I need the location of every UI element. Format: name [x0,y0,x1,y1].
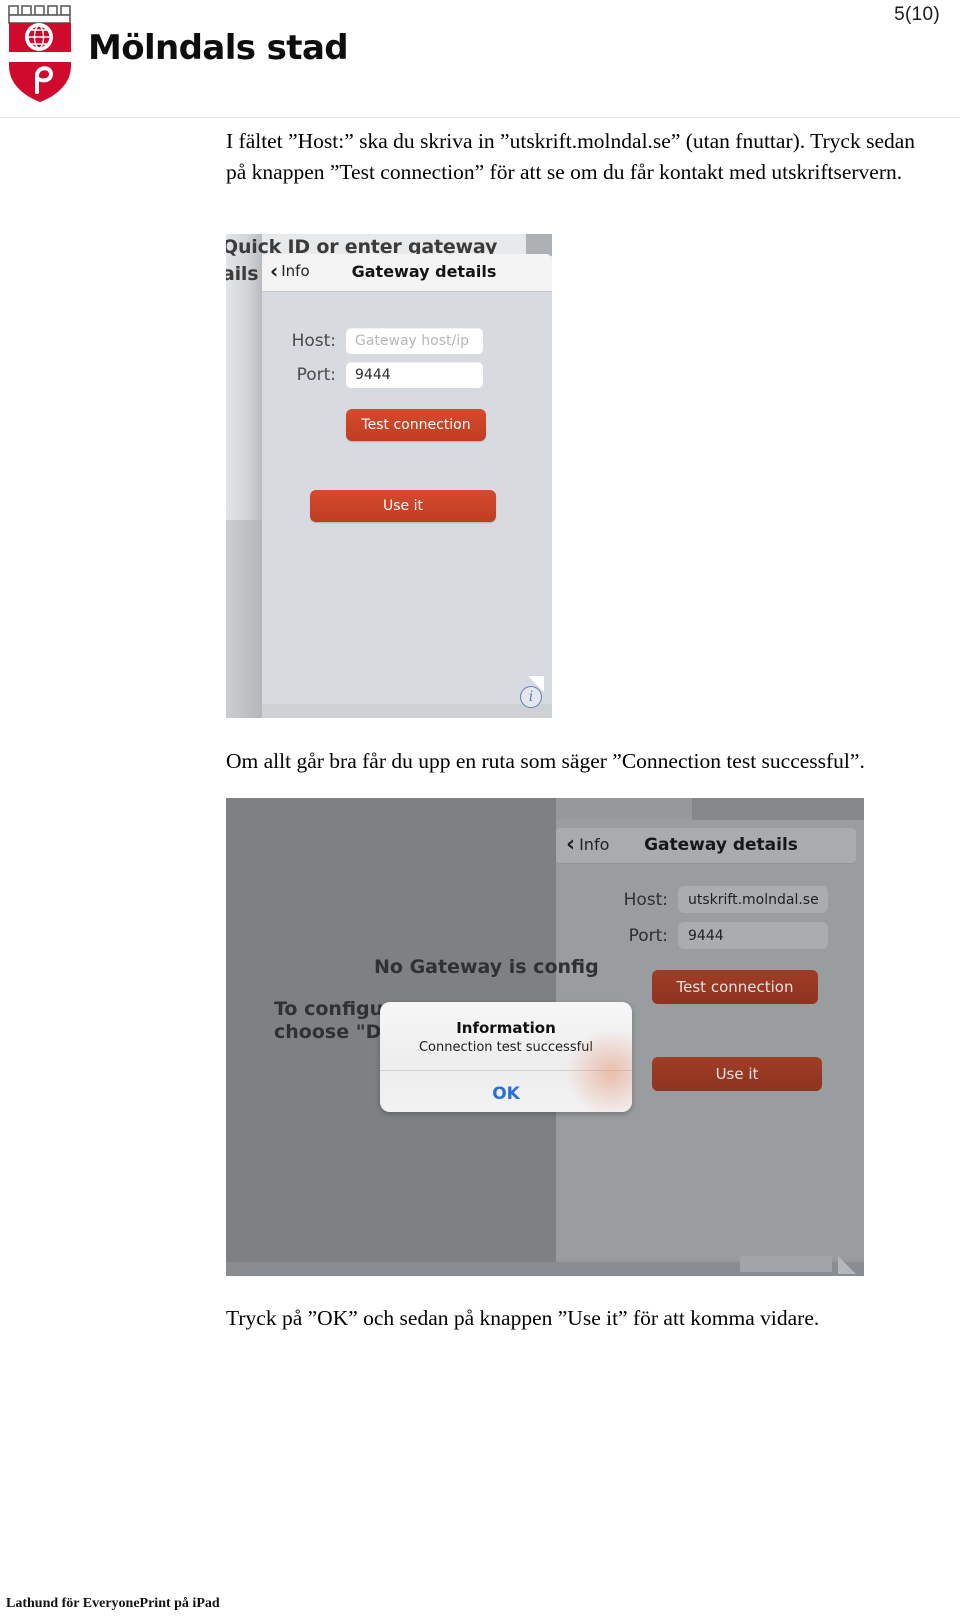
shot1-nav-title: Gateway details [351,262,497,281]
shot1-host-input[interactable]: Gateway host/ip [346,328,483,354]
organization-logo: Mölndals stad [6,4,349,104]
instruction-paragraph-intro: I fältet ”Host:” ska du skriva in ”utskr… [226,129,916,184]
shot2-port-label: Port: [628,925,668,946]
instruction-paragraph-end: Tryck på ”OK” och sedan på knappen ”Use … [226,1306,820,1330]
info-icon[interactable]: i [520,686,542,708]
shot1-host-label: Host: [291,331,336,351]
instruction-paragraph-middle: Om allt går bra får du upp en ruta som s… [226,749,865,773]
shot1-background-strip [226,520,262,718]
page-footer: Lathund för EveryonePrint på iPad [6,1596,220,1611]
shot2-test-connection-button[interactable]: Test connection [652,970,818,1004]
shot2-nav-title: Gateway details [644,835,798,855]
shot1-test-connection-button[interactable]: Test connection [346,409,486,441]
shot2-host-input[interactable]: utskrift.molndal.se [678,886,828,913]
shot2-navigation-bar: ‹ Info Gateway details [556,828,856,864]
alert-title: Information [456,1019,556,1037]
screenshot-gateway-details-empty: Quick ID or enter gateway ails n ‹ Info … [226,234,552,718]
shot1-navigation-bar: ‹ Info Gateway details [262,254,552,292]
shot1-port-input[interactable]: 9444 [346,362,483,388]
shot1-port-label: Port: [296,365,336,385]
shot2-port-field-row: Port: 9444 [606,922,828,949]
page-number: 5(10) [894,4,940,25]
shot1-use-it-button[interactable]: Use it [310,490,496,522]
shot1-port-field-row: Port: 9444 [274,362,483,388]
screenshot-connection-test-successful: No Gateway is config To configure choose… [226,798,864,1276]
shot2-host-field-row: Host: utskrift.molndal.se [606,886,828,913]
molndal-coat-of-arms-icon [8,5,71,102]
organization-name: Mölndals stad [88,28,349,68]
shot2-use-it-button[interactable]: Use it [652,1057,822,1091]
shot1-host-field-row: Host: Gateway host/ip [274,328,483,354]
page-header: 5(10) Mölndals stad [0,0,960,118]
alert-message: Connection test successful [418,1040,594,1055]
shot2-bottom-chip [740,1256,832,1272]
alert-separator [380,1070,632,1071]
alert-ok-button[interactable]: OK [380,1076,632,1112]
shot2-port-input[interactable]: 9444 [678,922,828,949]
shot2-corner-fold [838,1256,856,1274]
shot2-no-gateway-text: No Gateway is config [374,956,599,978]
shot1-gateway-panel: ‹ Info Gateway details Host: Gateway hos… [262,254,552,704]
information-alert-dialog: Information Connection test successful O… [380,1002,632,1112]
header-divider [0,117,960,118]
shot2-top-bevel [692,798,864,820]
shot2-host-label: Host: [623,889,668,910]
